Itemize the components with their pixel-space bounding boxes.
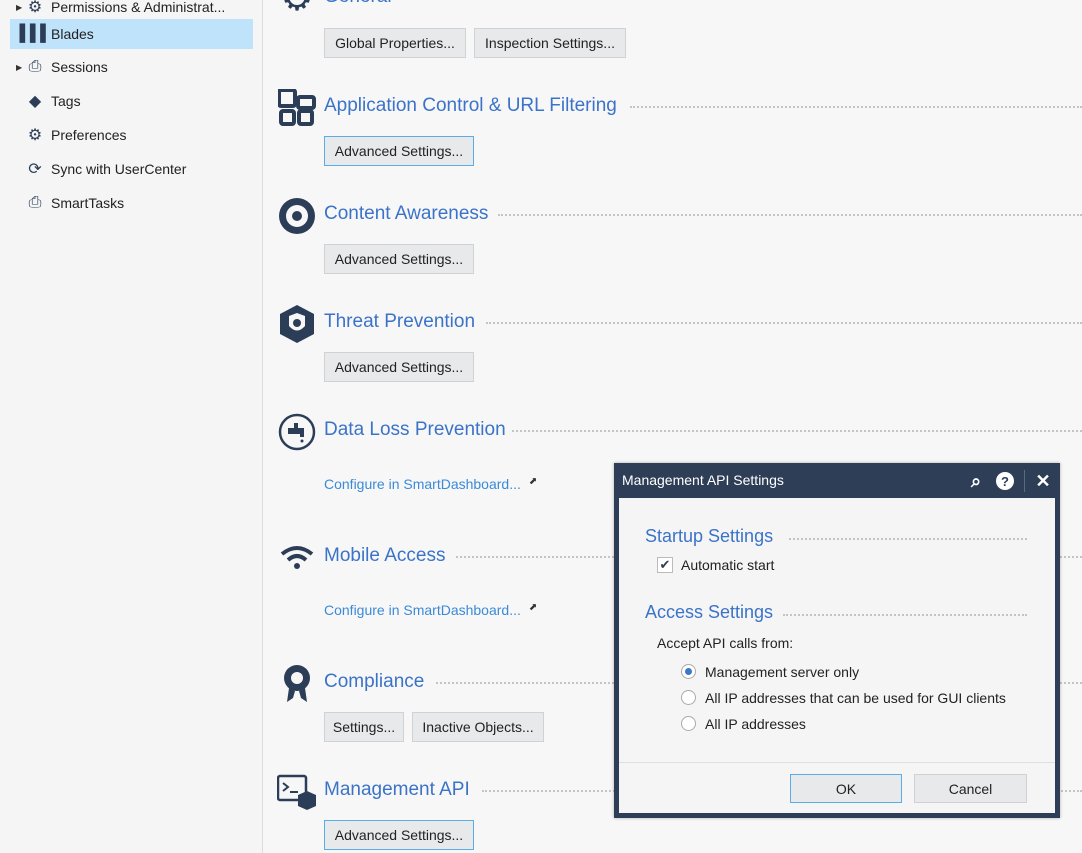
mobile-access-configure-link[interactable]: Configure in SmartDashboard... ⬈ — [324, 602, 537, 618]
footer-divider — [619, 762, 1055, 763]
global-properties-button[interactable]: Global Properties... — [324, 28, 466, 58]
radio-all-ips[interactable] — [681, 716, 696, 731]
automatic-start-label: Automatic start — [681, 557, 775, 573]
inspection-settings-button[interactable]: Inspection Settings... — [474, 28, 626, 58]
radio-label: All IP addresses that can be used for GU… — [705, 690, 1006, 706]
close-icon[interactable]: ✕ — [1032, 471, 1054, 492]
content-awareness-advanced-settings-button[interactable]: Advanced Settings... — [324, 244, 474, 274]
search-icon[interactable]: ⌕ — [965, 471, 987, 492]
gear-icon: ⚙ — [27, 127, 43, 144]
inactive-objects-button[interactable]: Inactive Objects... — [412, 712, 544, 742]
dialog-title: Management API Settings — [622, 472, 784, 488]
sidebar-item-sessions[interactable]: ▶ ⎙ Sessions — [10, 52, 253, 82]
separator — [512, 430, 1082, 432]
compliance-badge-icon — [277, 664, 317, 704]
section-title-compliance: Compliance — [324, 671, 425, 692]
sync-icon: ⟳ — [28, 161, 42, 178]
tag-icon: ◆ — [28, 93, 42, 110]
separator — [630, 106, 1082, 108]
sidebar-item-blades[interactable]: ▌▌▌ Blades — [10, 19, 253, 49]
radio-gui-clients-ips[interactable] — [681, 690, 696, 705]
section-title-management-api: Management API — [324, 779, 470, 800]
management-api-icon — [277, 772, 317, 812]
app-control-advanced-settings-button[interactable]: Advanced Settings... — [324, 136, 474, 166]
app-control-icon — [277, 88, 317, 128]
automatic-start-checkbox[interactable]: ✔ — [657, 557, 673, 573]
gear-icon: ⚙ — [277, 0, 317, 18]
compliance-settings-button[interactable]: Settings... — [324, 712, 404, 742]
content-awareness-icon — [277, 196, 317, 236]
section-title-threat-prevention: Threat Prevention — [324, 311, 476, 332]
management-api-settings-dialog: Management API Settings ⌕ ? ✕ Startup Se… — [614, 463, 1060, 818]
titlebar-divider — [1024, 470, 1025, 492]
ok-button[interactable]: OK — [790, 774, 902, 803]
accept-api-calls-label: Accept API calls from: — [657, 635, 794, 651]
external-link-icon: ⬈ — [528, 476, 538, 487]
sidebar-item-preferences[interactable]: ⚙ Preferences — [10, 120, 253, 150]
radio-management-server-only[interactable] — [681, 664, 696, 679]
access-settings-heading: Access Settings — [645, 602, 774, 622]
management-api-advanced-settings-button[interactable]: Advanced Settings... — [324, 820, 474, 850]
gear-icon: ⚙ — [27, 0, 43, 16]
help-icon[interactable]: ? — [994, 472, 1016, 495]
svg-text:?: ? — [1001, 474, 1009, 489]
separator — [789, 538, 1027, 540]
dlp-configure-link-text[interactable]: Configure in SmartDashboard... — [324, 476, 521, 492]
smarttasks-icon: ⎙ — [28, 194, 42, 211]
section-title-dlp: Data Loss Prevention — [324, 419, 506, 440]
threat-prevention-icon — [277, 304, 317, 344]
dlp-configure-link[interactable]: Configure in SmartDashboard... ⬈ — [324, 476, 537, 492]
cancel-button[interactable]: Cancel — [914, 774, 1027, 803]
separator — [486, 322, 1082, 324]
radio-label: Management server only — [705, 664, 860, 680]
dlp-faucet-icon — [277, 412, 317, 452]
wifi-icon — [277, 538, 317, 578]
section-title-content-awareness: Content Awareness — [324, 203, 489, 224]
expand-arrow-icon[interactable]: ▶ — [16, 63, 22, 72]
sessions-icon: ⎙ — [28, 58, 42, 75]
mobile-configure-link-text[interactable]: Configure in SmartDashboard... — [324, 602, 521, 618]
sidebar-item-sync[interactable]: ⟳ Sync with UserCenter — [10, 154, 253, 184]
threat-prevention-advanced-settings-button[interactable]: Advanced Settings... — [324, 352, 474, 382]
dialog-body: Startup Settings ✔ Automatic start Acces… — [619, 498, 1055, 813]
sidebar: ▶ ⚙ Permissions & Administrat... ▌▌▌ Blades… — [0, 0, 263, 853]
external-link-icon: ⬈ — [528, 602, 538, 613]
section-title-mobile-access: Mobile Access — [324, 545, 446, 566]
expand-arrow-icon[interactable]: ▶ — [16, 3, 22, 12]
separator — [498, 214, 1082, 216]
section-title-general: General — [324, 0, 392, 8]
sidebar-item-tags[interactable]: ◆ Tags — [10, 86, 253, 116]
separator — [783, 614, 1027, 616]
sidebar-item-smarttasks[interactable]: ⎙ SmartTasks — [10, 188, 253, 218]
radio-label: All IP addresses — [705, 716, 806, 732]
blades-icon: ▌▌▌ — [19, 25, 52, 42]
section-title-app-control: Application Control & URL Filtering — [324, 95, 617, 116]
startup-settings-heading: Startup Settings — [645, 526, 774, 546]
